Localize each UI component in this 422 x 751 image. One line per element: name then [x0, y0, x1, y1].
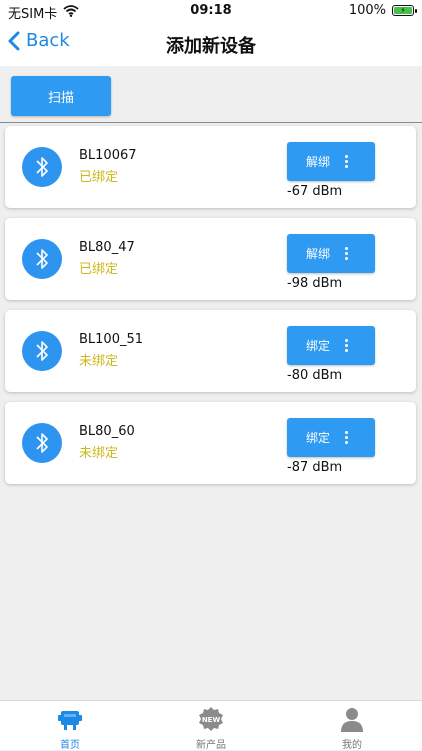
- action-label: 解绑: [306, 155, 331, 169]
- page-title: 添加新设备: [166, 36, 256, 57]
- unbind-button[interactable]: 解绑: [287, 234, 375, 273]
- bind-button[interactable]: 绑定: [287, 326, 375, 365]
- device-name: BL100_51: [79, 332, 144, 347]
- status-right: 100% ⚡: [348, 3, 417, 18]
- device-card: BL80_47 已绑定 解绑 -98 dBm: [5, 218, 416, 300]
- signal-strength: -67 dBm: [287, 184, 343, 199]
- bluetooth-icon: [22, 147, 62, 187]
- bind-button[interactable]: 绑定: [287, 418, 375, 457]
- divider: [0, 122, 422, 123]
- tab-bar: 首页 NEW 新产品 我的: [0, 700, 422, 751]
- more-vertical-icon: [345, 339, 348, 352]
- battery-icon: ⚡: [392, 5, 417, 16]
- device-card: BL80_60 未绑定 绑定 -87 dBm: [5, 402, 416, 484]
- bluetooth-icon: [22, 239, 62, 279]
- navigation-bar: Back 添加新设备: [0, 22, 422, 66]
- device-name: BL10067: [79, 148, 137, 163]
- device-card: BL10067 已绑定 解绑 -67 dBm: [5, 126, 416, 208]
- status-bar: 无SIM卡 09:18 100% ⚡: [0, 0, 422, 22]
- device-bind-status: 已绑定: [79, 262, 119, 277]
- unbind-button[interactable]: 解绑: [287, 142, 375, 181]
- more-vertical-icon: [345, 431, 348, 444]
- tab-label: 首页: [60, 740, 80, 751]
- tab-home[interactable]: 首页: [0, 701, 140, 751]
- tab-label: 我的: [342, 740, 362, 751]
- device-bind-status: 未绑定: [79, 354, 119, 369]
- device-name: BL80_47: [79, 240, 135, 255]
- device-name: BL80_60: [79, 424, 135, 439]
- signal-strength: -80 dBm: [287, 368, 343, 383]
- new-badge-text: NEW: [202, 716, 221, 724]
- signal-strength: -87 dBm: [287, 460, 343, 475]
- tab-label: 新产品: [196, 740, 226, 751]
- device-card: BL100_51 未绑定 绑定 -80 dBm: [5, 310, 416, 392]
- scan-button[interactable]: 扫描: [11, 76, 111, 116]
- new-badge-icon: NEW: [199, 707, 223, 731]
- action-label: 解绑: [306, 247, 331, 261]
- signal-strength: -98 dBm: [287, 276, 343, 291]
- more-vertical-icon: [345, 155, 348, 168]
- profile-icon: [341, 708, 363, 732]
- action-label: 绑定: [306, 431, 331, 445]
- device-bind-status: 已绑定: [79, 170, 119, 185]
- battery-charging-icon: ⚡: [394, 6, 412, 14]
- tab-new-products[interactable]: NEW 新产品: [141, 701, 281, 751]
- more-vertical-icon: [345, 247, 348, 260]
- device-bind-status: 未绑定: [79, 446, 119, 461]
- home-icon: [58, 711, 82, 730]
- bluetooth-icon: [22, 331, 62, 371]
- action-label: 绑定: [306, 339, 331, 353]
- bluetooth-icon: [22, 423, 62, 463]
- battery-percent: 100%: [348, 3, 386, 18]
- tab-profile[interactable]: 我的: [282, 701, 422, 751]
